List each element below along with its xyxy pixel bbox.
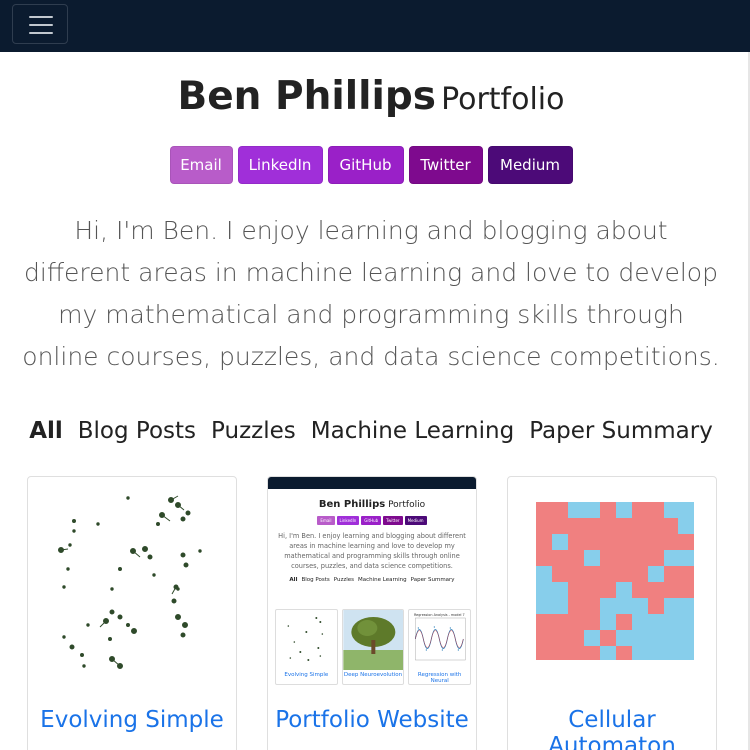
thumbnail-subtitle: Portfolio [388,500,426,510]
filter-all[interactable]: All [29,418,63,444]
linkedin-button[interactable]: LinkedIn [237,146,323,184]
thumbnail-dots-image [287,617,324,661]
filter-paper-summary[interactable]: Paper Summary [529,418,713,444]
evolving-creatures-image [58,495,202,669]
thumbnail-filter: All [289,577,298,583]
project-card-cellular[interactable]: Cellular Automaton [507,476,717,750]
cellular-automaton-image [536,502,694,660]
card-title[interactable]: Portfolio Website [268,707,476,733]
thumbnail-card-title: Regression with Neural [417,672,462,684]
navbar [0,0,750,52]
filter-blog-posts[interactable]: Blog Posts [78,418,196,444]
project-card-portfolio[interactable]: Ben Phillips Portfolio Email LinkedIn Gi… [267,476,477,750]
thumbnail-filter: Puzzles [333,577,354,583]
thumbnail-filter: Paper Summary [410,577,455,583]
thumbnail-card-title: Evolving Simple [284,672,329,678]
filter-bar: All Blog Posts Puzzles Machine Learning … [0,418,742,444]
filter-puzzles[interactable]: Puzzles [211,418,296,444]
thumbnail-button: Email [317,516,335,525]
tree-image [343,610,404,670]
website-thumbnail-image: Ben Phillips Portfolio Email LinkedIn Gi… [268,477,476,687]
menu-toggle-button[interactable] [12,4,68,44]
project-card-evolving[interactable]: Evolving Simple [27,476,237,750]
thumbnail-card: Regression Analysis - model 7 Regression… [408,609,472,685]
thumbnail-intro: Hi, I'm Ben. I enjoy learning and bloggi… [278,532,466,570]
medium-button[interactable]: Medium [487,146,573,184]
thumbnail-card: Evolving Simple [275,609,338,685]
regression-chart-image: Regression Analysis - model 7 [414,613,466,661]
hamburger-icon [29,16,53,18]
thumbnail-filters: All Blog Posts Puzzles Machine Learning … [268,577,476,583]
intro-text: Hi, I'm Ben. I enjoy learning and bloggi… [22,216,720,371]
thumbnail-cards: Evolving Simple Deep Neuroevolution Regr… [275,609,472,685]
author-name: Ben Phillips [177,74,436,119]
card-title[interactable]: Cellular Automaton [508,707,716,750]
thumbnail-button: Twitter [383,516,403,525]
thumbnail-button: GitHub [361,516,382,525]
thumbnail-filter: Blog Posts [301,577,330,583]
chart-title: Regression Analysis - model 7 [414,613,465,617]
thumbnail-name: Ben Phillips [318,499,386,510]
thumbnail-navbar [268,477,476,489]
thumbnail-card-title: Deep Neuroevolution [343,672,403,678]
social-links: Email LinkedIn GitHub Twitter Medium [0,146,742,184]
page-title: Ben Phillips Portfolio [0,74,742,119]
card-title[interactable]: Evolving Simple [28,707,236,733]
hamburger-icon-bar [29,24,53,26]
page-subtitle: Portfolio [441,82,565,117]
twitter-button[interactable]: Twitter [408,146,483,184]
thumbnail-buttons: Email LinkedIn GitHub Twitter Medium [268,516,476,525]
filter-machine-learning[interactable]: Machine Learning [311,418,514,444]
github-button[interactable]: GitHub [327,146,404,184]
thumbnail-filter: Machine Learning [358,577,407,583]
thumbnail-card: Deep Neuroevolution [341,609,405,685]
hamburger-icon-bar [29,32,53,34]
thumbnail-button: Medium [404,516,427,525]
thumbnail-title: Ben Phillips Portfolio [268,499,476,510]
thumbnail-button: LinkedIn [336,516,360,525]
email-button[interactable]: Email [169,146,233,184]
